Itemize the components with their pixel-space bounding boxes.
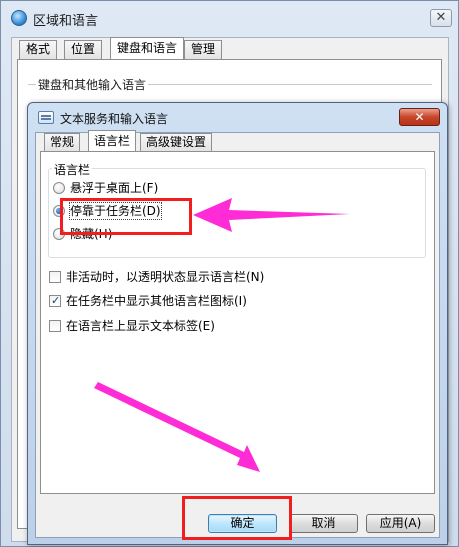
radio-label: 悬浮于桌面上(F) bbox=[70, 181, 159, 195]
tab-location[interactable]: 位置 bbox=[64, 40, 103, 59]
keyboards-group-label: 键盘和其他输入语言 bbox=[36, 76, 149, 93]
outer-titlebar[interactable]: 区域和语言 ✕ bbox=[1, 1, 458, 33]
text-services-dialog: 文本服务和输入语言 ✕ 常规 语言栏 高级键设置 语言栏 悬浮于桌面上(F) 停… bbox=[27, 102, 448, 545]
radio-button[interactable] bbox=[53, 182, 65, 194]
tab-language-bar[interactable]: 语言栏 bbox=[88, 130, 137, 152]
tab-general[interactable]: 常规 bbox=[44, 133, 81, 151]
dialog-title: 文本服务和输入语言 bbox=[60, 112, 169, 126]
cancel-button[interactable]: 取消 bbox=[289, 514, 358, 533]
checkbox-label: 非活动时，以透明状态显示语言栏(N) bbox=[66, 270, 265, 284]
checkbox[interactable] bbox=[49, 320, 61, 332]
globe-icon bbox=[11, 10, 27, 26]
highlight-box-ok-button bbox=[182, 496, 292, 540]
outer-close-button[interactable]: ✕ bbox=[430, 9, 452, 27]
checkbox[interactable] bbox=[49, 271, 61, 283]
tab-keyboards-languages[interactable]: 键盘和语言 bbox=[110, 37, 185, 60]
tab-advanced-key-settings[interactable]: 高级键设置 bbox=[140, 133, 213, 151]
tab-administrative[interactable]: 管理 bbox=[184, 40, 223, 59]
apply-button[interactable]: 应用(A) bbox=[366, 514, 435, 533]
checkbox-label: 在语言栏上显示文本标签(E) bbox=[66, 319, 215, 333]
keyboard-icon bbox=[38, 111, 54, 124]
tab-formats[interactable]: 格式 bbox=[19, 40, 58, 59]
highlight-box-docked-option bbox=[60, 198, 192, 235]
outer-window-title: 区域和语言 bbox=[33, 14, 99, 29]
dialog-close-button[interactable]: ✕ bbox=[399, 108, 440, 126]
checkbox-checked[interactable] bbox=[49, 293, 61, 309]
language-bar-group-label: 语言栏 bbox=[52, 161, 93, 178]
dialog-client-area: 常规 语言栏 高级键设置 语言栏 悬浮于桌面上(F) 停靠于任务栏(D) 隐藏(… bbox=[35, 130, 440, 538]
checkbox-label: 在任务栏中显示其他语言栏图标(I) bbox=[66, 294, 247, 308]
